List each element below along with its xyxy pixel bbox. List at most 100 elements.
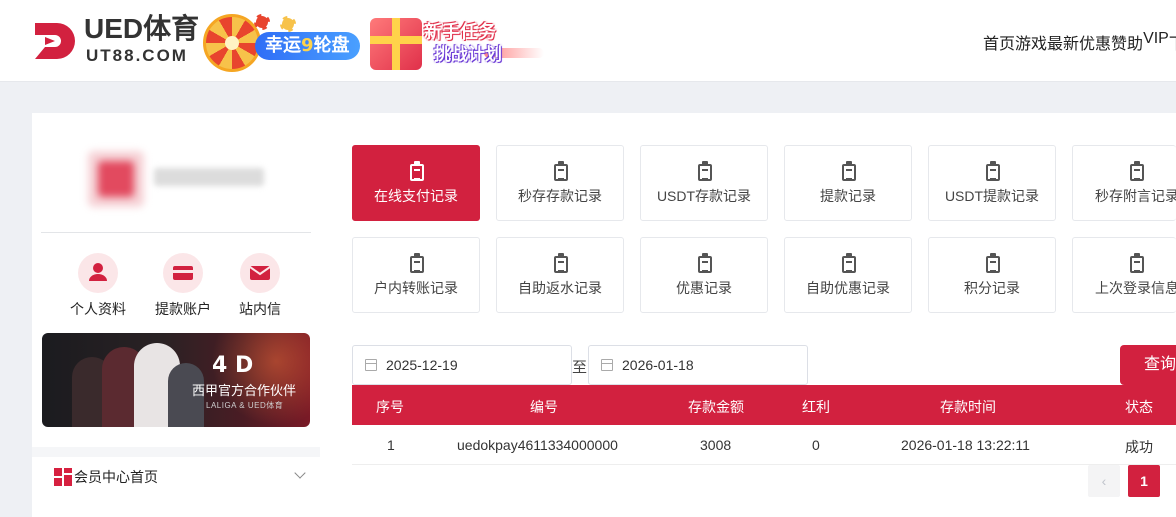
laliga-partner-banner[interactable]: 4 D 西甲官方合作伙伴 LALIGA & UED体育 xyxy=(42,333,310,427)
clipboard-icon xyxy=(410,161,424,181)
col-header-amount[interactable]: 存款金额 xyxy=(688,397,744,417)
tile-points-records[interactable]: 积分记录 xyxy=(928,237,1056,313)
logo-title[interactable]: UED体育 xyxy=(84,14,199,44)
username-redacted xyxy=(154,168,264,186)
nav-download[interactable]: 下 xyxy=(1169,30,1176,54)
tile-label: 户内转账记录 xyxy=(374,280,458,296)
clipboard-icon xyxy=(410,253,424,273)
cell-index: 1 xyxy=(387,437,395,453)
nav-home[interactable]: 首页 xyxy=(983,30,1015,54)
tile-usdt-deposit-records[interactable]: USDT存款记录 xyxy=(640,145,768,221)
date-to-value: 2026-01-18 xyxy=(622,357,694,373)
laliga-ued-logo: 4 D xyxy=(212,353,254,378)
menu-member-home-label: 会员中心首页 xyxy=(74,469,158,485)
cell-id: uedokpay4611334000000 xyxy=(457,437,618,453)
quick-link-withdraw-account[interactable]: 提款账户 xyxy=(143,251,223,319)
col-header-status[interactable]: 状态 xyxy=(1125,397,1153,417)
tile-instant-note-records[interactable]: 秒存附言记录 xyxy=(1072,145,1176,221)
nav-sponsorship[interactable]: 赞助 xyxy=(1111,30,1143,54)
chevron-down-icon[interactable] xyxy=(294,467,306,479)
cell-time: 2026-01-18 13:22:11 xyxy=(901,437,1030,453)
col-header-bonus[interactable]: 红利 xyxy=(802,397,830,417)
clipboard-icon xyxy=(986,161,1000,181)
newbie-task-promo[interactable]: 新手任务 挑战计划 xyxy=(424,18,544,66)
chips-icon xyxy=(250,12,300,32)
menu-member-home[interactable]: 会员中心首页 xyxy=(54,465,306,489)
lucky-wheel-promo[interactable]: 幸运9轮盘 xyxy=(255,32,360,60)
tile-label: 上次登录信息 xyxy=(1095,280,1176,296)
grid-icon xyxy=(54,468,72,486)
clipboard-icon xyxy=(554,253,568,273)
ued-logo-icon[interactable] xyxy=(31,17,77,63)
calendar-icon xyxy=(365,359,377,371)
clipboard-icon xyxy=(698,253,712,273)
member-sidebar: 个人资料 提款账户 站内信 4 D 西甲官方合作伙伴 LALIGA & UED体… xyxy=(32,113,320,517)
banner-small-text: LALIGA & UED体育 xyxy=(206,401,284,410)
tile-promotion-records[interactable]: 优惠记录 xyxy=(640,237,768,313)
mail-icon xyxy=(240,253,280,293)
card-icon xyxy=(163,253,203,293)
banner-text: 西甲官方合作伙伴 xyxy=(192,383,297,398)
clipboard-icon xyxy=(1130,253,1144,273)
clipboard-icon xyxy=(554,161,568,181)
table-row[interactable]: 1 uedokpay4611334000000 3008 0 2026-01-1… xyxy=(352,425,1176,465)
user-icon xyxy=(78,253,118,293)
clipboard-icon xyxy=(1130,161,1144,181)
quick-link-label: 站内信 xyxy=(239,301,281,317)
tile-label: 优惠记录 xyxy=(676,280,732,296)
logo-subtitle: UT88.COM xyxy=(86,46,188,65)
quick-link-label: 个人资料 xyxy=(70,301,126,317)
pager-prev-button[interactable]: ‹ xyxy=(1088,465,1120,497)
promo-task-line2: 挑战计划 xyxy=(434,45,502,65)
quick-link-messages[interactable]: 站内信 xyxy=(220,251,300,319)
clipboard-icon xyxy=(986,253,1000,273)
tile-self-rebate-records[interactable]: 自助返水记录 xyxy=(496,237,624,313)
clipboard-icon xyxy=(698,161,712,181)
tile-label: 提款记录 xyxy=(820,188,876,204)
date-from-value: 2025-12-19 xyxy=(386,357,458,373)
date-to-field[interactable]: 2026-01-18 xyxy=(588,345,808,385)
tile-label: USDT存款记录 xyxy=(656,188,752,204)
tile-usdt-withdraw-records[interactable]: USDT提款记录 xyxy=(928,145,1056,221)
clipboard-icon xyxy=(842,161,856,181)
tile-label: 自助优惠记录 xyxy=(806,280,890,296)
calendar-icon xyxy=(601,359,613,371)
clipboard-icon xyxy=(842,253,856,273)
tile-instant-deposit-records[interactable]: 秒存存款记录 xyxy=(496,145,624,221)
tile-label: 秒存存款记录 xyxy=(518,188,602,204)
quick-link-profile[interactable]: 个人资料 xyxy=(58,251,138,319)
col-header-id[interactable]: 编号 xyxy=(530,397,558,417)
tile-online-payment-records[interactable]: 在线支付记录 xyxy=(352,145,480,221)
players-image xyxy=(72,341,204,427)
tile-label: 积分记录 xyxy=(964,280,1020,296)
col-header-time[interactable]: 存款时间 xyxy=(940,397,996,417)
gift-box-icon[interactable] xyxy=(370,18,422,70)
tile-self-promotion-records[interactable]: 自助优惠记录 xyxy=(784,237,912,313)
nav-promotions[interactable]: 最新优惠 xyxy=(1047,30,1111,54)
nav-vip[interactable]: VIP xyxy=(1143,30,1169,54)
tile-label: 在线支付记录 xyxy=(374,188,458,204)
cell-bonus: 0 xyxy=(812,437,820,453)
date-from-field[interactable]: 2025-12-19 xyxy=(352,345,572,385)
section-separator xyxy=(32,447,320,457)
top-header: UED体育 UT88.COM 幸运9轮盘 新手任务 挑战计划 首页 游戏 最新优… xyxy=(0,0,1176,82)
cell-status: 成功 xyxy=(1125,439,1153,455)
tile-withdraw-records[interactable]: 提款记录 xyxy=(784,145,912,221)
date-range-separator: 至 xyxy=(572,359,588,376)
tile-internal-transfer-records[interactable]: 户内转账记录 xyxy=(352,237,480,313)
records-table: 序号 编号 存款金额 红利 存款时间 状态 1 uedokpay46113340… xyxy=(352,385,1176,465)
avatar xyxy=(88,151,144,207)
tile-label: USDT提款记录 xyxy=(944,188,1040,204)
tile-last-login-info[interactable]: 上次登录信息 xyxy=(1072,237,1176,313)
records-panel: 在线支付记录 秒存存款记录 USDT存款记录 提款记录 USDT提款记录 秒存附… xyxy=(320,113,1176,517)
pager-page-1[interactable]: 1 xyxy=(1128,465,1160,497)
query-button[interactable]: 查询 xyxy=(1120,345,1176,385)
table-header-row: 序号 编号 存款金额 红利 存款时间 状态 xyxy=(352,385,1176,425)
tile-label: 秒存附言记录 xyxy=(1095,188,1176,204)
col-header-index[interactable]: 序号 xyxy=(376,397,404,417)
quick-link-label: 提款账户 xyxy=(155,301,211,317)
nav-games[interactable]: 游戏 xyxy=(1015,30,1047,54)
cell-amount: 3008 xyxy=(700,437,732,453)
divider xyxy=(41,232,311,233)
tile-label: 自助返水记录 xyxy=(518,280,602,296)
